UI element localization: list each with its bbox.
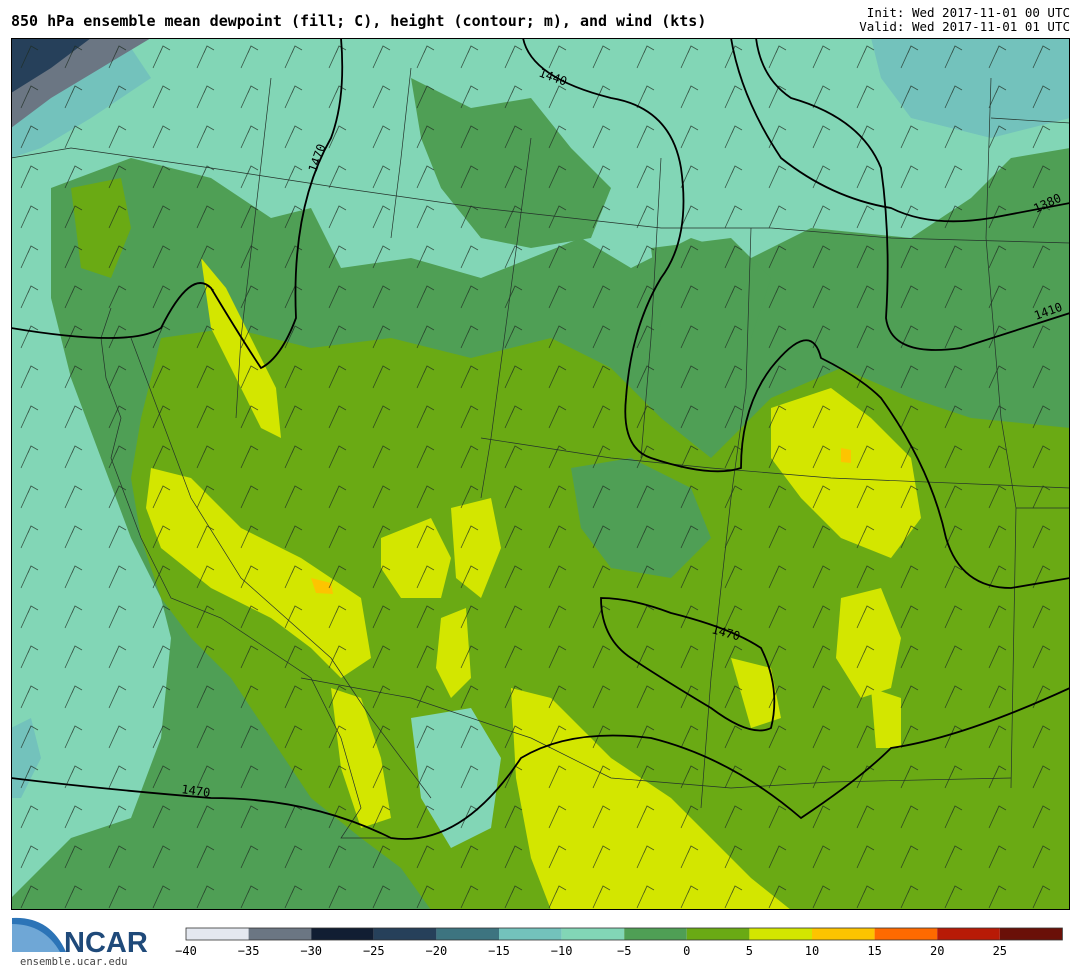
colorbar-tick-label: 5 [746,944,753,958]
colorbar-segment [937,928,1000,940]
init-time: Init: Wed 2017-11-01 00 UTC [866,5,1070,20]
colorbar-segment [749,928,812,940]
ncar-logo: NCAR ensemble.ucar.edu [10,912,170,970]
map-title: 850 hPa ensemble mean dewpoint (fill; C)… [11,12,707,30]
map-canvas: 1440 1470 1380 1410 1470 1470 [11,38,1070,910]
colorbar-tick-label: −40 [175,944,197,958]
colorbar-tick-label: −35 [238,944,260,958]
colorbar-tick-label: 25 [993,944,1007,958]
time-info: Init: Wed 2017-11-01 00 UTC Valid: Wed 2… [859,6,1070,34]
colorbar-segment [812,928,875,940]
dewpoint-colorbar: −40 −35 −30 −25 −20 −15 −10 −5 0 5 10 15 20 25 [170,920,1075,970]
colorbar-tick-label: −10 [551,944,573,958]
colorbar-segment [561,928,625,940]
colorbar-tick-label: 0 [683,944,690,958]
colorbar-tick-label: −20 [426,944,448,958]
colorbar-segment [999,928,1063,940]
colorbar-segment [436,928,499,940]
colorbar-segment [373,928,437,940]
valid-time: Valid: Wed 2017-11-01 01 UTC [859,19,1070,34]
colorbar-segment [499,928,562,940]
colorbar-tick-label: −5 [617,944,631,958]
colorbar-segment [311,928,374,940]
colorbar-tick-label: 20 [930,944,944,958]
colorbar-tick-label: 10 [805,944,819,958]
wind-barbs [11,38,1070,910]
colorbar-tick-label: −30 [300,944,322,958]
colorbar-segment [248,928,312,940]
colorbar-segment [186,928,249,940]
colorbar-segment [874,928,938,940]
colorbar-segment [686,928,750,940]
colorbar-tick-label: −25 [363,944,385,958]
colorbar-tick-label: −15 [488,944,510,958]
ncar-url: ensemble.ucar.edu [20,956,127,968]
ncar-wordmark: NCAR [64,927,148,959]
dewpoint-map: 1440 1470 1380 1410 1470 1470 [11,38,1070,910]
colorbar-tick-label: 15 [867,944,881,958]
colorbar-segment [624,928,687,940]
